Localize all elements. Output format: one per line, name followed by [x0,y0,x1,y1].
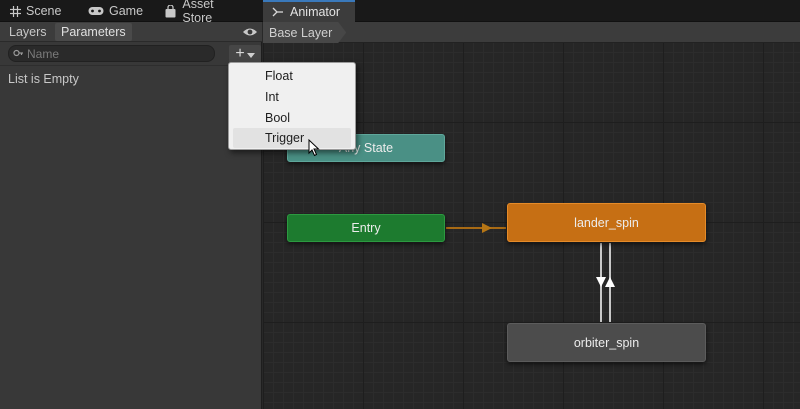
plus-icon: + [235,45,245,62]
subtab-parameters[interactable]: Parameters [55,23,132,41]
animator-side-panel: Layers Parameters + List is Empty [0,22,262,409]
tab-scene[interactable]: Scene [2,0,68,22]
eye-icon[interactable] [242,25,258,39]
grid-icon [10,4,21,18]
search-icon [13,47,23,61]
menu-item-bool[interactable]: Bool [233,108,351,128]
menu-item-int[interactable]: Int [233,87,351,107]
mouse-cursor-icon [308,139,320,157]
add-parameter-button[interactable]: + [229,45,261,63]
breadcrumb-bar: Base Layer [263,22,800,43]
state-orbiter-spin[interactable]: orbiter_spin [507,323,706,362]
unity-editor: Scene Game Asset Store Animator Layers P… [0,0,800,409]
add-parameter-dropdown: Float Int Bool Trigger [228,62,356,150]
breadcrumb-base-layer[interactable]: Base Layer [263,22,346,43]
state-entry[interactable]: Entry [287,214,445,242]
tab-animator[interactable]: Animator [263,0,355,22]
search-field[interactable] [8,45,215,62]
tab-label: Game [109,4,144,18]
subtab-layers[interactable]: Layers [3,23,53,41]
tab-label: Scene [26,4,62,18]
menu-item-trigger[interactable]: Trigger [233,128,351,148]
window-tab-bar: Scene Game Asset Store Animator [0,0,800,25]
tab-label: Animator [290,5,341,19]
side-panel-tabs: Layers Parameters [0,22,262,42]
tab-game[interactable]: Game [80,0,146,22]
empty-list-label: List is Empty [8,72,79,86]
state-lander-spin[interactable]: lander_spin [507,203,706,242]
menu-item-float[interactable]: Float [233,66,351,86]
chevron-down-icon [246,47,255,61]
bag-icon [164,4,177,18]
animator-icon [271,5,285,19]
parameter-search-row: + [0,42,262,66]
search-input[interactable] [27,46,207,61]
gamepad-icon [88,4,104,18]
tab-asset-store[interactable]: Asset Store [156,0,252,25]
